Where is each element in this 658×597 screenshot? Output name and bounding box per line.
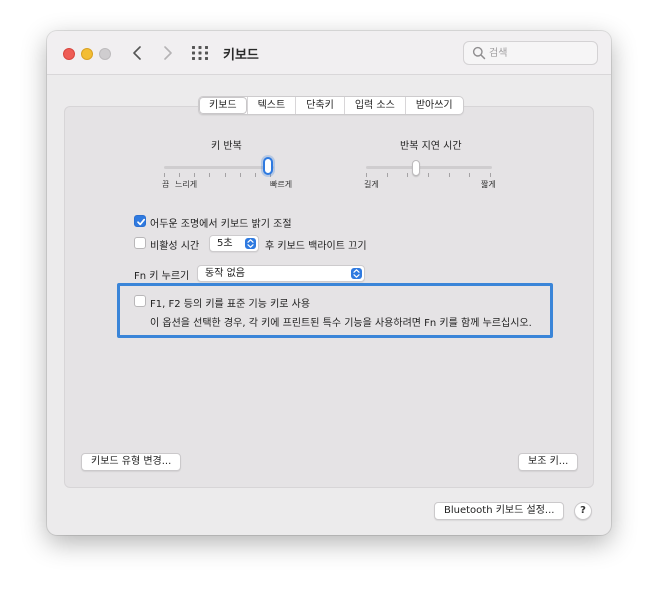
key-repeat-off-label: 끔 (162, 180, 170, 189)
repeat-delay-thumb[interactable] (411, 160, 420, 176)
forward-button[interactable] (157, 41, 179, 65)
repeat-delay-track[interactable] (366, 166, 492, 169)
close-window-button[interactable] (63, 48, 75, 60)
slider-tick (254, 173, 256, 177)
function-keys-label: F1, F2 등의 키를 표준 기능 키로 사용 (150, 299, 311, 310)
tab-dictation[interactable]: 받아쓰기 (404, 97, 463, 114)
search-icon (472, 46, 486, 60)
tab-input-sources[interactable]: 입력 소스 (343, 97, 405, 114)
slider-tick (386, 173, 388, 177)
backlight-timeout-popup[interactable]: 5초 (209, 235, 259, 252)
fn-key-label: Fn 키 누르기 (134, 271, 190, 282)
change-keyboard-type-button[interactable]: 키보드 유형 변경... (81, 453, 182, 471)
slider-tick (179, 173, 181, 177)
chevron-right-icon (164, 46, 172, 60)
function-keys-checkbox[interactable] (134, 295, 146, 307)
slider-tick (407, 173, 409, 177)
slider-tick (224, 173, 226, 177)
function-keys-description: 이 옵션을 선택한 경우, 각 키에 프린트된 특수 기능을 사용하려면 Fn … (150, 318, 532, 329)
backlight-off-checkbox[interactable] (134, 237, 146, 249)
key-repeat-thumb[interactable] (263, 157, 273, 175)
key-repeat-title: 키 반복 (211, 141, 242, 152)
repeat-delay-short-label: 짧게 (481, 180, 496, 189)
slider-tick (469, 173, 471, 177)
search-field[interactable] (463, 41, 598, 65)
slider-tick (366, 173, 367, 177)
backlight-timeout-value: 5초 (217, 238, 233, 249)
adjust-brightness-label: 어두운 조명에서 키보드 밝기 조절 (150, 219, 292, 230)
slider-tick (239, 173, 241, 177)
popup-arrows-icon (351, 268, 362, 279)
key-repeat-slow-label: 느리게 (175, 180, 198, 189)
fn-key-value: 동작 없음 (205, 268, 245, 279)
slider-tick (194, 173, 196, 177)
tab-keyboard[interactable]: 키보드 (199, 97, 247, 114)
slider-tick (164, 173, 165, 177)
key-repeat-fast-label: 빠르게 (270, 180, 293, 189)
tab-text[interactable]: 텍스트 (246, 97, 296, 114)
zoom-window-button[interactable] (99, 48, 111, 60)
bluetooth-keyboard-setup-button[interactable]: Bluetooth 키보드 설정... (434, 502, 565, 520)
key-repeat-track[interactable] (164, 166, 274, 169)
slider-tick (209, 173, 211, 177)
popup-arrows-icon (245, 238, 256, 249)
slider-tick (448, 173, 450, 177)
backlight-off-label: 비활성 시간 (150, 241, 200, 252)
repeat-delay-title: 반복 지연 시간 (400, 141, 462, 152)
fn-key-popup[interactable]: 동작 없음 (197, 265, 365, 282)
search-input[interactable] (489, 44, 593, 62)
repeat-delay-long-label: 길게 (364, 180, 379, 189)
show-all-button[interactable] (191, 44, 209, 62)
backlight-off-after-label: 후 키보드 백라이트 끄기 (265, 241, 367, 252)
minimize-window-button[interactable] (81, 48, 93, 60)
help-button[interactable]: ? (574, 502, 592, 520)
grid-icon (192, 46, 208, 60)
tab-shortcuts[interactable]: 단축키 (295, 97, 344, 114)
tab-bar: 키보드 텍스트 단축키 입력 소스 받아쓰기 (198, 96, 464, 115)
window-title: 키보드 (223, 48, 259, 63)
modifier-keys-button[interactable]: 보조 키... (518, 453, 579, 471)
slider-tick (428, 173, 429, 177)
back-button[interactable] (126, 41, 148, 65)
slider-tick (490, 173, 491, 177)
title-bar: 키보드 (47, 31, 611, 75)
highlight-box (117, 283, 553, 338)
adjust-brightness-checkbox[interactable] (134, 215, 146, 227)
checkmark-icon (137, 218, 146, 226)
chevron-left-icon (133, 46, 141, 60)
